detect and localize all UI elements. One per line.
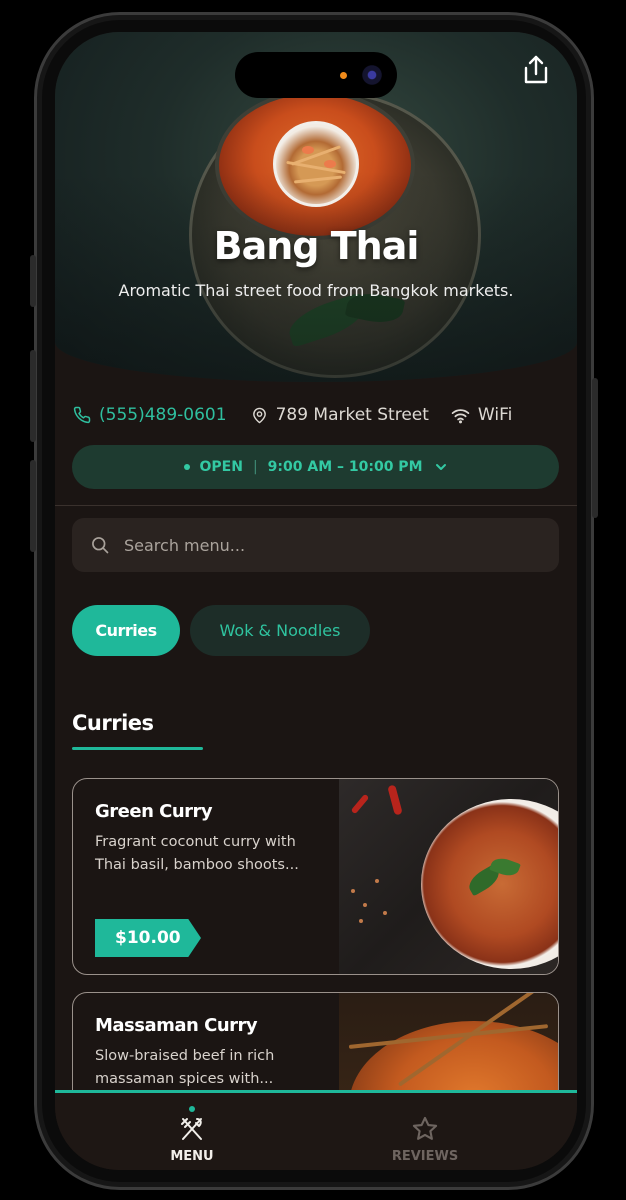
nav-reviews[interactable]: REVIEWS <box>360 1093 490 1170</box>
menu-item-text: Massaman Curry Slow-braised beef in rich… <box>95 1015 330 1091</box>
menu-item-description: Slow-braised beef in rich massaman spice… <box>95 1048 275 1087</box>
wifi-button[interactable]: WiFi <box>451 405 512 425</box>
action-button <box>30 255 36 307</box>
utensils-icon <box>181 1118 202 1140</box>
nav-menu[interactable]: MENU <box>127 1093 257 1170</box>
restaurant-avatar <box>273 121 359 207</box>
menu-item-name: Massaman Curry <box>95 1015 258 1036</box>
chevron-down-icon <box>435 464 446 470</box>
volume-down-button <box>30 460 36 552</box>
tab-curries[interactable]: Curries <box>72 605 180 656</box>
wifi-icon <box>451 408 470 423</box>
address-link[interactable]: 789 Market Street <box>251 405 429 425</box>
open-status: OPEN <box>199 459 243 475</box>
phone-icon <box>73 406 91 424</box>
nav-reviews-label: REVIEWS <box>391 1149 459 1164</box>
hours-range: 9:00 AM – 10:00 PM <box>267 459 423 475</box>
tab-wok-noodles[interactable]: Wok & Noodles <box>190 605 370 656</box>
address-text: 789 Market Street <box>275 405 429 425</box>
search-bar[interactable] <box>72 518 559 572</box>
share-icon <box>524 55 548 84</box>
menu-item-image <box>339 779 558 974</box>
nav-menu-label: MENU <box>170 1149 214 1164</box>
location-pin-icon <box>252 407 266 423</box>
menu-item-name: Green Curry <box>95 801 213 822</box>
app-screen: Bang Thai Aromatic Thai street food from… <box>55 32 577 1170</box>
category-tabs: Curries Wok & Noodles <box>72 605 370 656</box>
section-underline <box>72 747 203 750</box>
hours-toggle[interactable]: OPEN | 9:00 AM – 10:00 PM <box>72 445 559 489</box>
menu-item-card[interactable]: Green Curry Fragrant coconut curry with … <box>72 778 559 975</box>
restaurant-name: Bang Thai <box>213 224 420 268</box>
info-row: (555)489-0601 789 Market Street WiFi <box>73 402 559 428</box>
power-button <box>592 378 598 518</box>
search-icon <box>92 537 109 554</box>
phone-link[interactable]: (555)489-0601 <box>73 405 227 425</box>
price-tag: $10.00 <box>95 919 201 957</box>
menu-item-text: Green Curry Fragrant coconut curry with … <box>95 801 330 877</box>
search-input[interactable] <box>124 535 524 555</box>
section-title: Curries <box>72 711 154 735</box>
restaurant-tagline: Aromatic Thai street food from Bangkok m… <box>118 281 514 300</box>
menu-item-description: Fragrant coconut curry with Thai basil, … <box>95 834 299 873</box>
wifi-label: WiFi <box>477 405 513 425</box>
share-button[interactable] <box>521 54 551 86</box>
star-icon <box>412 1116 438 1140</box>
active-indicator <box>189 1106 195 1112</box>
bottom-nav: MENU REVIEWS <box>55 1090 577 1170</box>
phone-number: (555)489-0601 <box>99 405 227 425</box>
hours-separator: | <box>252 459 258 475</box>
divider <box>55 505 577 506</box>
volume-up-button <box>30 350 36 442</box>
open-status-dot <box>184 464 191 470</box>
dynamic-island <box>235 52 397 98</box>
